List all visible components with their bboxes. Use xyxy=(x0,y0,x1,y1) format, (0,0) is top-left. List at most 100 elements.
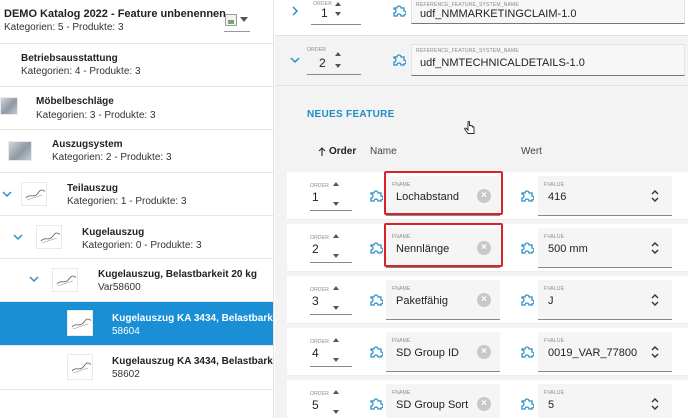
tree-item-name: Betriebsausstattung xyxy=(21,53,118,64)
feature-value-field[interactable]: FVALUE J xyxy=(538,280,672,320)
tree-item-betriebsausstattung[interactable]: Betriebsausstattung Kategorien: 4 - Prod… xyxy=(0,44,273,87)
select-updown-icon[interactable] xyxy=(650,397,660,411)
tree-item-name: Möbelbeschläge xyxy=(36,96,114,107)
puzzle-icon[interactable] xyxy=(392,53,406,67)
puzzle-icon[interactable] xyxy=(369,293,383,307)
column-header-order[interactable]: Order xyxy=(329,146,356,157)
puzzle-icon[interactable] xyxy=(520,345,534,359)
feature-name-value: Nennlänge xyxy=(396,243,450,255)
feature-value-label: FVALUE xyxy=(544,234,565,240)
puzzle-icon[interactable] xyxy=(520,293,534,307)
order-field-value[interactable]: 1 xyxy=(321,6,328,20)
reference-name-field[interactable]: REFERENCE_FEATURE_SYSTEM_NAME udf_NMTECH… xyxy=(411,44,685,76)
order-increment-icon[interactable] xyxy=(333,286,339,290)
puzzle-icon[interactable] xyxy=(369,189,383,203)
tree-item-teilauszug[interactable]: Teilauszug Kategorien: 1 - Produkte: 3 xyxy=(0,173,273,216)
tree-item-name: Kugelauszug xyxy=(82,227,145,238)
feature-value-field[interactable]: FVALUE 416 xyxy=(538,176,672,216)
order-decrement-icon[interactable] xyxy=(333,410,339,414)
clear-icon[interactable]: × xyxy=(477,189,491,203)
order-field-label: ORDER xyxy=(310,235,330,241)
feature-row[interactable]: ORDER 2 FNAME Nennlänge × FVALUE 500 mm xyxy=(287,223,688,272)
clear-icon[interactable]: × xyxy=(477,397,491,411)
puzzle-icon[interactable] xyxy=(392,4,406,18)
feature-value-field[interactable]: FVALUE 0019_VAR_77800 xyxy=(538,332,672,372)
order-increment-icon[interactable] xyxy=(335,2,341,6)
order-increment-icon[interactable] xyxy=(333,182,339,186)
feature-row[interactable]: ORDER 3 FNAME Paketfähig × FVALUE J xyxy=(287,276,688,324)
order-field-value[interactable]: 3 xyxy=(312,294,319,308)
feature-row[interactable]: ORDER 1 FNAME Lochabstand × FVALUE 416 xyxy=(287,171,688,220)
category-tree-panel: DEMO Katalog 2022 - Feature unbenennen K… xyxy=(0,0,274,418)
chevron-down-icon[interactable] xyxy=(1,188,13,200)
tree-item-ka3434-58602[interactable]: Kugelauszug KA 3434, Belastbarkeit 2 586… xyxy=(0,346,273,390)
tree-item-kugelauszug-20kg[interactable]: Kugelauszug, Belastbarkeit 20 kg Var5860… xyxy=(0,259,273,302)
select-updown-icon[interactable] xyxy=(650,189,660,203)
puzzle-icon[interactable] xyxy=(369,345,383,359)
feature-group-row-collapsed[interactable]: ORDER 1 REFERENCE_FEATURE_SYSTEM_NAME ud… xyxy=(275,0,688,36)
select-updown-icon[interactable] xyxy=(650,293,660,307)
puzzle-icon[interactable] xyxy=(369,241,383,255)
clear-icon[interactable]: × xyxy=(477,241,491,255)
order-increment-icon[interactable] xyxy=(333,234,339,238)
puzzle-icon[interactable] xyxy=(520,189,534,203)
feature-value-field[interactable]: FVALUE 500 mm xyxy=(538,228,672,268)
chevron-down-icon[interactable] xyxy=(28,273,40,285)
tree-item-subtitle: 58604 xyxy=(112,326,140,337)
select-updown-icon[interactable] xyxy=(650,241,660,255)
feature-name-field[interactable]: FNAME SD Group Sort × xyxy=(386,384,500,418)
feature-value-field[interactable]: FVALUE 5 xyxy=(538,384,672,418)
order-field-value[interactable]: 5 xyxy=(312,398,319,412)
feature-name-field[interactable]: FNAME Lochabstand × xyxy=(386,176,500,216)
order-increment-icon[interactable] xyxy=(335,52,341,56)
tree-item-subtitle: Kategorien: 4 - Produkte: 3 xyxy=(21,66,141,77)
order-increment-icon[interactable] xyxy=(333,338,339,342)
feature-name-label: FNAME xyxy=(392,286,411,292)
dropdown-arrow-icon[interactable] xyxy=(240,17,248,22)
reference-name-value: udf_NMTECHNICALDETAILS-1.0 xyxy=(420,57,585,69)
chevron-down-icon[interactable] xyxy=(289,54,301,66)
order-decrement-icon[interactable] xyxy=(333,254,339,258)
order-field-value[interactable]: 2 xyxy=(319,56,326,70)
tree-item-auszugsystem[interactable]: Auszugsystem Kategorien: 2 - Produkte: 3 xyxy=(0,130,273,173)
feature-group-row-expanded[interactable]: ORDER 2 REFERENCE_FEATURE_SYSTEM_NAME ud… xyxy=(275,36,688,86)
order-field-value[interactable]: 4 xyxy=(312,346,319,360)
feature-row[interactable]: ORDER 4 FNAME SD Group ID × FVALUE 0019_VAR_77… xyxy=(287,328,688,376)
order-increment-icon[interactable] xyxy=(333,390,339,394)
order-decrement-icon[interactable] xyxy=(335,12,341,16)
tree-item-moebelbeschlaege[interactable]: Möbelbeschläge Kategorien: 3 - Produkte:… xyxy=(0,87,273,130)
tree-item-subtitle: Kategorien: 3 - Produkte: 3 xyxy=(36,110,156,121)
sort-arrow-icon[interactable] xyxy=(318,147,326,157)
feature-name-field[interactable]: FNAME Nennlänge × xyxy=(386,228,500,268)
tree-item-name: Kugelauszug KA 3434, Belastbarkeit 2 xyxy=(112,313,273,324)
select-updown-icon[interactable] xyxy=(650,345,660,359)
feature-name-field[interactable]: FNAME SD Group ID × xyxy=(386,332,500,372)
product-thumbnail xyxy=(67,310,93,336)
feature-name-field[interactable]: FNAME Paketfähig × xyxy=(386,280,500,320)
puzzle-icon[interactable] xyxy=(520,241,534,255)
order-decrement-icon[interactable] xyxy=(333,358,339,362)
chevron-down-icon[interactable] xyxy=(12,231,24,243)
reference-name-field[interactable]: REFERENCE_FEATURE_SYSTEM_NAME udf_NMMARK… xyxy=(411,0,685,24)
puzzle-icon[interactable] xyxy=(369,397,383,411)
feature-name-value: Paketfähig xyxy=(396,295,448,307)
feature-name-label: FNAME xyxy=(392,182,411,188)
catalog-header[interactable]: DEMO Katalog 2022 - Feature unbenennen K… xyxy=(0,0,273,44)
tree-item-ka3434-58604[interactable]: Kugelauszug KA 3434, Belastbarkeit 2 586… xyxy=(0,302,273,346)
tree-item-name: Kugelauszug KA 3434, Belastbarkeit 2 xyxy=(112,356,273,367)
tree-item-kugelauszug[interactable]: Kugelauszug Kategorien: 0 - Produkte: 3 xyxy=(0,216,273,259)
clear-icon[interactable]: × xyxy=(477,293,491,307)
order-decrement-icon[interactable] xyxy=(335,64,341,68)
chevron-right-icon[interactable] xyxy=(289,5,301,17)
puzzle-icon[interactable] xyxy=(520,397,534,411)
order-decrement-icon[interactable] xyxy=(333,202,339,206)
clear-icon[interactable]: × xyxy=(477,345,491,359)
broken-image-icon[interactable] xyxy=(225,14,237,26)
feature-row[interactable]: ORDER 5 FNAME SD Group Sort × FVALUE 5 xyxy=(287,380,688,418)
order-decrement-icon[interactable] xyxy=(333,306,339,310)
new-feature-link[interactable]: NEUES FEATURE xyxy=(307,109,395,120)
column-header-value: Wert xyxy=(521,146,542,157)
order-field-value[interactable]: 1 xyxy=(312,190,319,204)
order-field-value[interactable]: 2 xyxy=(312,242,319,256)
order-field-underline xyxy=(310,262,352,263)
